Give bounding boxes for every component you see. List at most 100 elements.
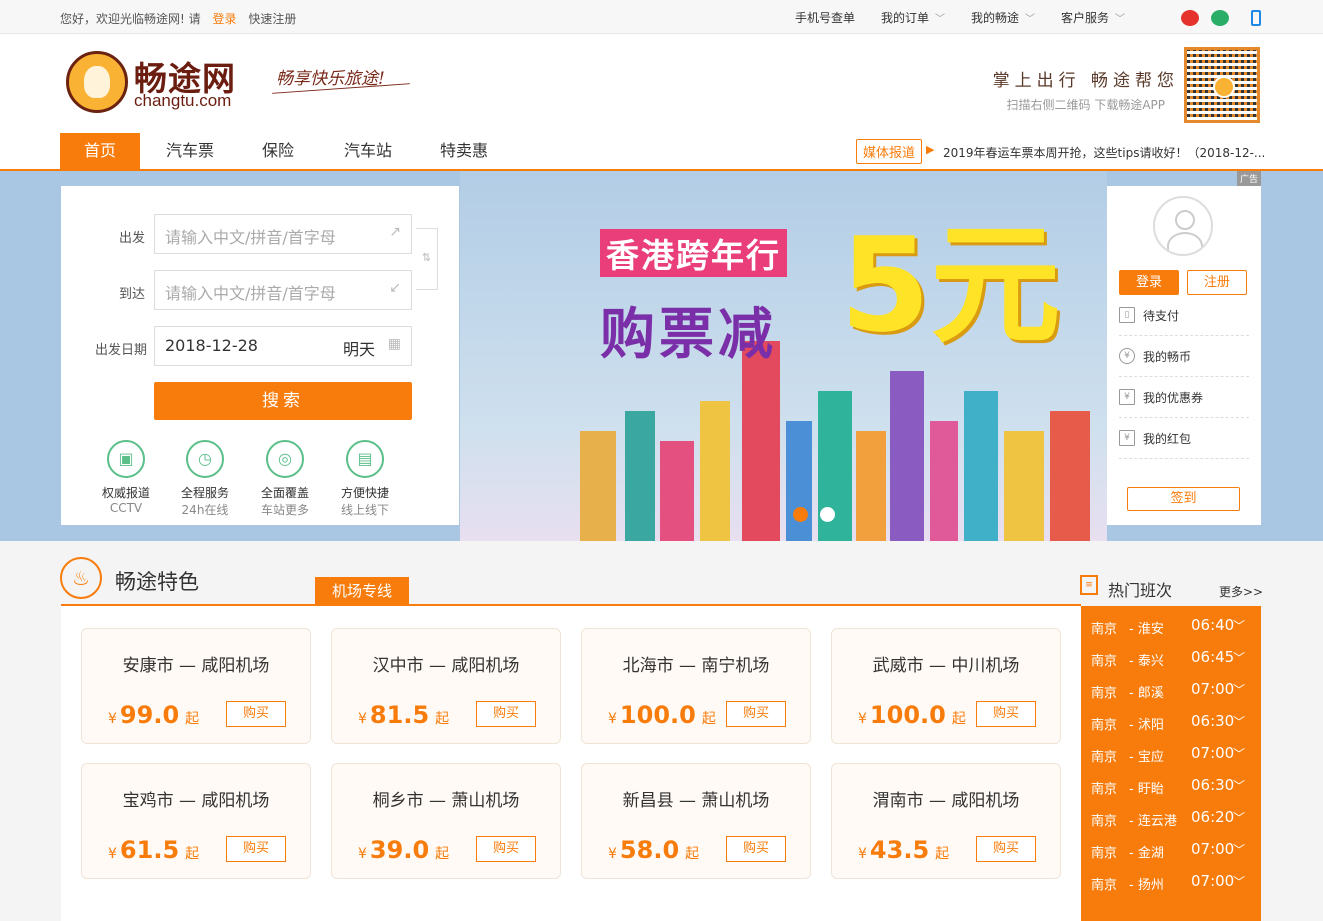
building-shape bbox=[625, 411, 655, 541]
route-dash: — bbox=[179, 791, 196, 811]
hot-from: 南京 bbox=[1091, 814, 1118, 829]
route-price: ¥43.5 起 bbox=[858, 836, 949, 864]
from-input[interactable]: 请输入中文/拼音/首字母 ↗ bbox=[154, 214, 412, 254]
tab-airport-line[interactable]: 机场专线 bbox=[315, 577, 409, 605]
carousel-dots bbox=[793, 507, 835, 522]
hot-time: 06:40 bbox=[1191, 616, 1235, 634]
my-coupons-link[interactable]: ¥ 我的优惠券 bbox=[1119, 377, 1249, 418]
arrow-up-right-icon: ↗ bbox=[389, 224, 401, 240]
tab-stations[interactable]: 汽车站 bbox=[328, 133, 408, 169]
buy-button[interactable]: 购买 bbox=[976, 701, 1036, 727]
customer-service-menu[interactable]: 客户服务 ﹀ bbox=[1061, 9, 1125, 26]
route-dash: — bbox=[679, 791, 696, 811]
route-card[interactable]: 桐乡市 — 萧山机场 ¥39.0 起 购买 bbox=[331, 763, 561, 879]
my-coins-link[interactable]: ¥ 我的畅币 bbox=[1119, 336, 1249, 377]
pending-payment-link[interactable]: ▯ 待支付 bbox=[1119, 295, 1249, 336]
hot-row[interactable]: 南京 - 泰兴 06:45 ﹀ bbox=[1081, 642, 1261, 674]
my-coupons-label: 我的优惠券 bbox=[1143, 390, 1204, 405]
phone-order-link[interactable]: 手机号查单 bbox=[795, 9, 855, 26]
airport-cards: 安康市 — 咸阳机场 ¥99.0 起购买 汉中市 — 咸阳机场 ¥81.5 起购买 北海市 … bbox=[61, 606, 1081, 921]
buy-button[interactable]: 购买 bbox=[476, 701, 536, 727]
to-label: 到达 bbox=[119, 287, 146, 302]
hot-time: 07:00 bbox=[1191, 744, 1235, 762]
user-panel: 登录 注册 ▯ 待支付 ¥ 我的畅币 ¥ 我的优惠券 ¥ 我的红包 签到 bbox=[1107, 186, 1261, 525]
currency-symbol: ¥ bbox=[358, 846, 367, 862]
route-card[interactable]: 汉中市 — 咸阳机场 ¥81.5 起 购买 bbox=[331, 628, 561, 744]
route-price: ¥100.0 起 bbox=[608, 701, 716, 729]
buy-button[interactable]: 购买 bbox=[726, 836, 786, 862]
login-link[interactable]: 登录 bbox=[212, 12, 236, 26]
welcome-text: 您好，欢迎光临畅途网! 请 bbox=[60, 12, 201, 26]
hot-more-link[interactable]: 更多>> bbox=[1219, 583, 1263, 600]
hot-to: - 淮安 bbox=[1129, 622, 1164, 637]
chevron-down-icon: ﹀ bbox=[1233, 843, 1246, 857]
hot-from: 南京 bbox=[1091, 846, 1118, 861]
mobile-icon[interactable] bbox=[1251, 9, 1261, 26]
my-orders-menu[interactable]: 我的订单 ﹀ bbox=[881, 9, 945, 26]
hot-row[interactable]: 南京 - 宝应 07:00 ﹀ bbox=[1081, 738, 1261, 770]
avatar bbox=[1153, 196, 1213, 256]
tab-special-sale[interactable]: 特卖惠 bbox=[424, 133, 504, 169]
tab-insurance[interactable]: 保险 bbox=[240, 133, 316, 169]
route-from: 安康市 bbox=[122, 656, 174, 676]
route-text: 武威市 — 中川机场 bbox=[832, 651, 1060, 676]
hot-time: 07:00 bbox=[1191, 840, 1235, 858]
chevron-down-icon: ﹀ bbox=[1233, 651, 1246, 665]
hot-row[interactable]: 南京 - 沭阳 06:30 ﹀ bbox=[1081, 706, 1261, 738]
route-card[interactable]: 宝鸡市 — 咸阳机场 ¥61.5 起 购买 bbox=[81, 763, 311, 879]
from-placeholder: 请输入中文/拼音/首字母 bbox=[165, 228, 336, 247]
panel-login-button[interactable]: 登录 bbox=[1119, 270, 1179, 295]
route-text: 汉中市 — 咸阳机场 bbox=[332, 651, 560, 676]
hot-row[interactable]: 南京 - 郎溪 07:00 ﹀ bbox=[1081, 674, 1261, 706]
feature-label: 权威报道 bbox=[101, 486, 150, 500]
hot-row[interactable]: 南京 - 扬州 07:00 ﹀ bbox=[1081, 866, 1261, 898]
route-from: 新昌县 bbox=[622, 791, 674, 811]
route-card[interactable]: 新昌县 — 萧山机场 ¥58.0 起 购买 bbox=[581, 763, 811, 879]
panel-register-button[interactable]: 注册 bbox=[1187, 270, 1247, 295]
hot-row[interactable]: 南京 - 盱眙 06:30 ﹀ bbox=[1081, 770, 1261, 802]
price-suffix: 起 bbox=[185, 846, 200, 862]
buy-button[interactable]: 购买 bbox=[976, 836, 1036, 862]
carousel-dot-1[interactable] bbox=[793, 507, 808, 522]
route-text: 渭南市 — 咸阳机场 bbox=[832, 786, 1060, 811]
route-card[interactable]: 安康市 — 咸阳机场 ¥99.0 起 购买 bbox=[81, 628, 311, 744]
logo-icon[interactable] bbox=[66, 51, 128, 113]
feature-sub: CCTV bbox=[109, 501, 143, 515]
buy-button[interactable]: 购买 bbox=[226, 701, 286, 727]
search-button[interactable]: 搜索 bbox=[154, 382, 412, 420]
route-to: 咸阳机场 bbox=[201, 791, 270, 811]
app-promo-title: 掌上出行 畅途帮您 bbox=[992, 71, 1179, 91]
route-card[interactable]: 北海市 — 南宁机场 ¥100.0 起购买 bbox=[581, 628, 811, 744]
date-input[interactable]: 2018-12-28 明天 ▦ bbox=[154, 326, 412, 366]
to-input[interactable]: 请输入中文/拼音/首字母 ↙ bbox=[154, 270, 412, 310]
my-changtu-menu[interactable]: 我的畅途 ﹀ bbox=[971, 9, 1035, 26]
hot-row[interactable]: 南京 - 连云港 06:20 ﹀ bbox=[1081, 802, 1261, 834]
route-card[interactable]: 渭南市 — 咸阳机场 ¥43.5 起 购买 bbox=[831, 763, 1061, 879]
weibo-icon[interactable] bbox=[1181, 9, 1199, 26]
route-to: 萧山机场 bbox=[451, 791, 520, 811]
from-label: 出发 bbox=[119, 231, 146, 246]
buy-button[interactable]: 购买 bbox=[726, 701, 786, 727]
route-price: ¥39.0 起 bbox=[358, 836, 449, 864]
buy-button[interactable]: 购买 bbox=[476, 836, 536, 862]
wechat-icon[interactable] bbox=[1211, 9, 1229, 26]
signin-button[interactable]: 签到 bbox=[1127, 487, 1240, 511]
route-price: ¥81.5 起 bbox=[358, 701, 449, 729]
route-text: 安康市 — 咸阳机场 bbox=[82, 651, 310, 676]
building-shape bbox=[1004, 431, 1044, 541]
swap-icon[interactable]: ⇅ bbox=[416, 228, 438, 290]
buy-button[interactable]: 购买 bbox=[226, 836, 286, 862]
tab-home[interactable]: 首页 bbox=[60, 133, 140, 169]
hot-row[interactable]: 南京 - 淮安 06:40 ﹀ bbox=[1081, 610, 1261, 642]
chevron-down-icon: ﹀ bbox=[1233, 715, 1246, 729]
features-section: ♨ 畅途特色 机场专线 安康市 — 咸阳机场 ¥99.0 起购买 汉中市 — 咸阳机场… bbox=[0, 541, 1323, 921]
route-card[interactable]: 武威市 — 中川机场 ¥100.0 起购买 bbox=[831, 628, 1061, 744]
carousel-dot-2[interactable] bbox=[820, 507, 835, 522]
tab-bus-tickets[interactable]: 汽车票 bbox=[150, 133, 230, 169]
hot-row[interactable]: 南京 - 金湖 07:00 ﹀ bbox=[1081, 834, 1261, 866]
register-link[interactable]: 快速注册 bbox=[248, 12, 296, 26]
media-news-link[interactable]: 2019年春运车票本周开抢，这些tips请收好！（2018-12-... bbox=[943, 144, 1265, 161]
route-price: ¥100.0 起 bbox=[858, 701, 966, 729]
my-changtu-label: 我的畅途 bbox=[970, 11, 1019, 25]
my-redpacket-link[interactable]: ¥ 我的红包 bbox=[1119, 418, 1249, 459]
